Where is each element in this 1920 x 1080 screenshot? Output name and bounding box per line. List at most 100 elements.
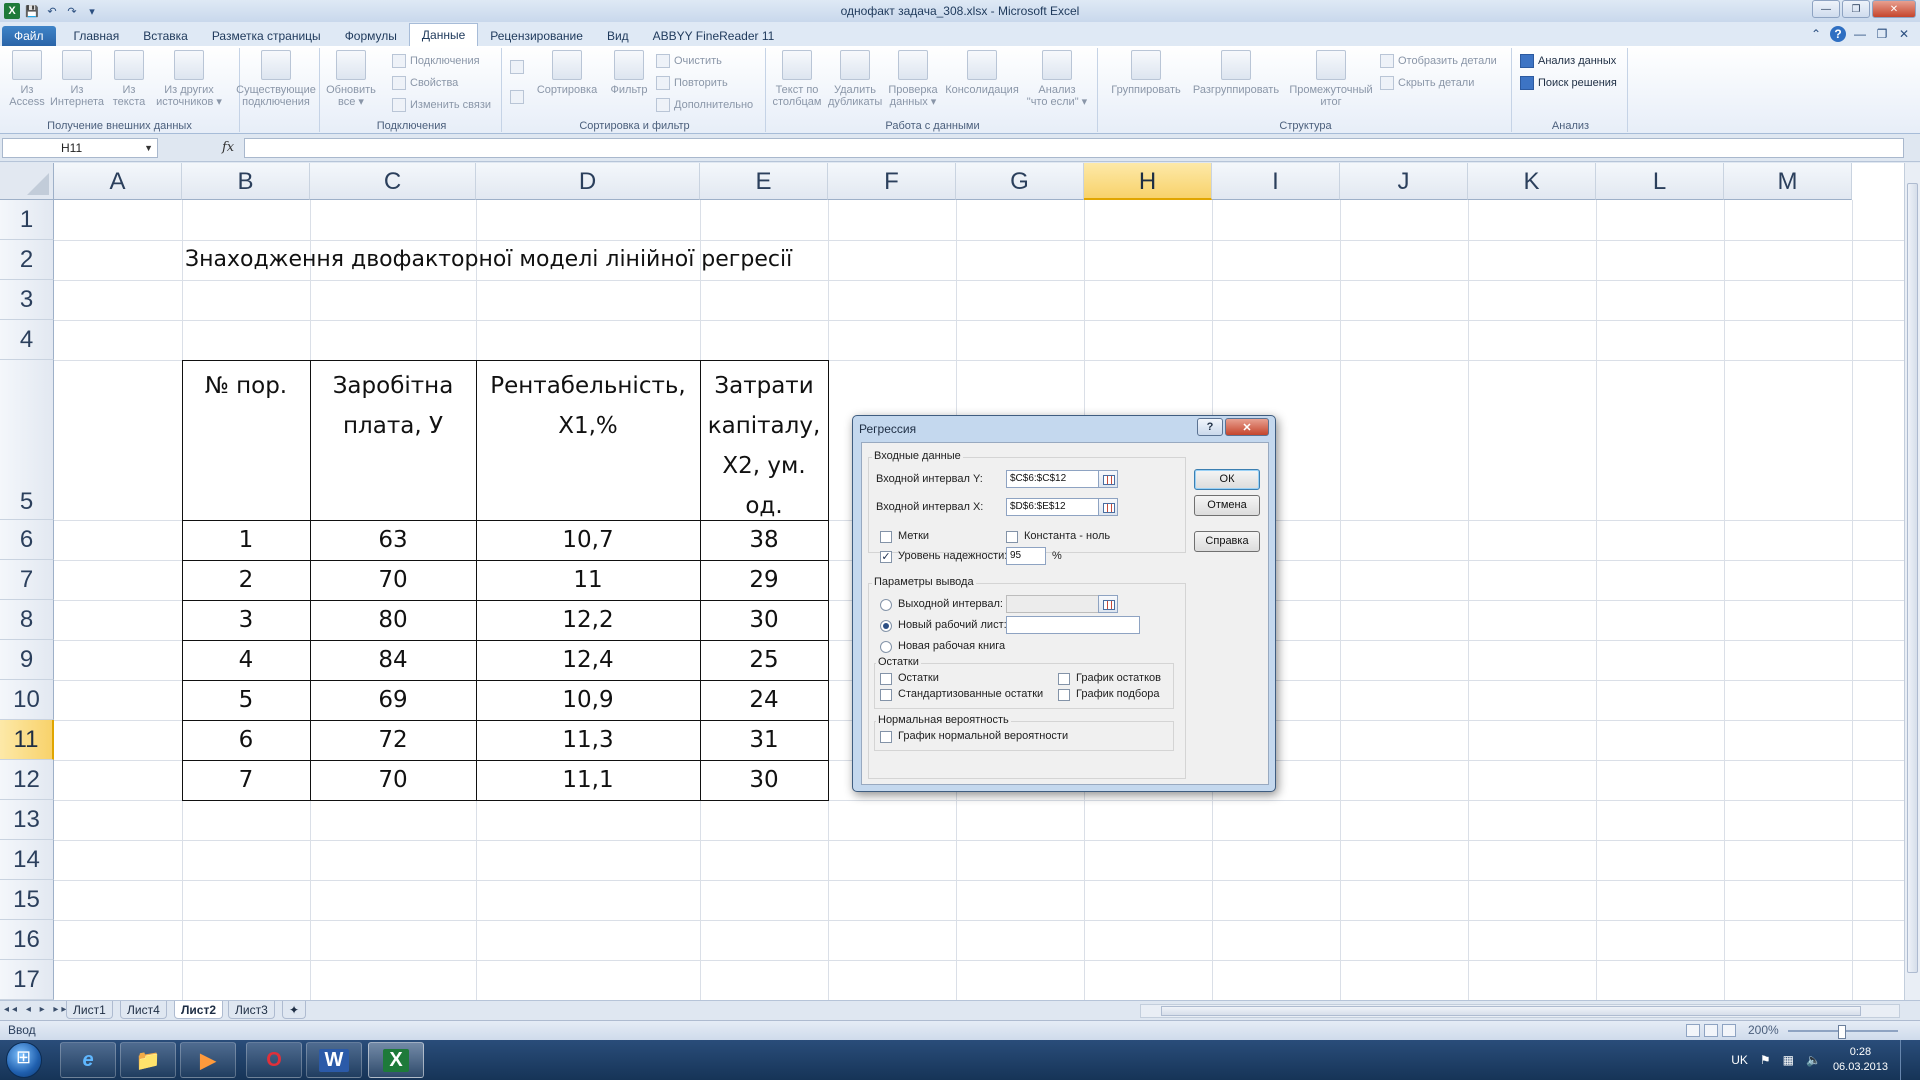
tab-review[interactable]: Рецензирование (478, 26, 595, 46)
hide-detail-button[interactable]: Скрыть детали (1380, 74, 1474, 92)
tab-home[interactable]: Главная (62, 26, 132, 46)
taskbar-media-player[interactable]: ▶ (180, 1042, 236, 1078)
row-header-15[interactable]: 15 (0, 880, 54, 920)
tab-insert[interactable]: Вставка (131, 26, 200, 46)
col-header-b[interactable]: B (182, 163, 310, 200)
row-header-10[interactable]: 10 (0, 680, 54, 720)
group-button[interactable]: Группировать (1106, 50, 1186, 96)
volume-icon[interactable]: 🔈 (1806, 1053, 1821, 1067)
tab-data[interactable]: Данные (408, 23, 479, 46)
line-fit-checkbox[interactable] (1058, 689, 1070, 701)
row-header-13[interactable]: 13 (0, 800, 54, 840)
table-cell[interactable]: 31 (700, 720, 828, 760)
table-cell[interactable]: 70 (310, 760, 476, 800)
table-cell[interactable]: 25 (700, 640, 828, 680)
from-other-sources-button[interactable]: Из других источников ▾ (156, 50, 222, 108)
table-cell[interactable]: 11,3 (476, 720, 700, 760)
table-cell[interactable]: 10,9 (476, 680, 700, 720)
taskbar-excel[interactable]: X (368, 1042, 424, 1078)
table-cell[interactable]: 38 (700, 520, 828, 560)
connections-button[interactable]: Подключения (392, 52, 480, 70)
tab-view[interactable]: Вид (595, 26, 641, 46)
col-header-k[interactable]: K (1468, 163, 1596, 200)
text-to-columns-button[interactable]: Текст по столбцам (770, 50, 824, 108)
table-cell[interactable]: 69 (310, 680, 476, 720)
clock[interactable]: 0:28 06.03.2013 (1833, 1045, 1888, 1075)
sheet-tab-list4[interactable]: Лист4 (120, 1001, 167, 1019)
col-header-f[interactable]: F (828, 163, 956, 200)
col-header-j[interactable]: J (1340, 163, 1468, 200)
col-header-c[interactable]: C (310, 163, 476, 200)
reapply-button[interactable]: Повторить (656, 74, 728, 92)
row-header-12[interactable]: 12 (0, 760, 54, 800)
col-header-g[interactable]: G (956, 163, 1084, 200)
new-workbook-radio[interactable] (880, 641, 892, 653)
refresh-all-button[interactable]: Обновить все ▾ (324, 50, 378, 108)
col-header-i[interactable]: I (1212, 163, 1340, 200)
flag-icon[interactable]: ⚑ (1760, 1053, 1771, 1067)
row-header-3[interactable]: 3 (0, 280, 54, 320)
solver-button[interactable]: Поиск решения (1520, 74, 1617, 92)
table-cell[interactable]: 70 (310, 560, 476, 600)
tab-formulas[interactable]: Формулы (333, 26, 409, 46)
ungroup-button[interactable]: Разгруппировать (1188, 50, 1284, 96)
table-cell[interactable]: 11,1 (476, 760, 700, 800)
table-cell[interactable]: 12,2 (476, 600, 700, 640)
table-cell[interactable]: 7 (182, 760, 310, 800)
name-box[interactable]: H11 ▼ (2, 138, 158, 158)
row-header-7[interactable]: 7 (0, 560, 54, 600)
row-header-6[interactable]: 6 (0, 520, 54, 560)
page-layout-view-icon[interactable] (1704, 1024, 1718, 1037)
language-indicator[interactable]: UK (1731, 1053, 1748, 1067)
row-header-1[interactable]: 1 (0, 200, 54, 240)
new-sheet-name-field[interactable] (1006, 616, 1140, 634)
from-web-button[interactable]: Из Интернета (50, 50, 104, 108)
name-box-dropdown-icon[interactable]: ▼ (144, 139, 153, 157)
sort-az-icon[interactable] (510, 58, 524, 76)
sort-za-icon[interactable] (510, 88, 524, 106)
output-range-radio[interactable] (880, 599, 892, 611)
sheet-tab-list3[interactable]: Лист3 (228, 1001, 275, 1019)
row-header-9[interactable]: 9 (0, 640, 54, 680)
header-cell-salary[interactable]: Заробітна плата, У (310, 366, 476, 446)
col-header-h[interactable]: H (1084, 163, 1212, 200)
sheet-nav-arrows[interactable]: ◂◂ ◂ ▸ ▸▸ (4, 1004, 69, 1015)
table-cell[interactable]: 72 (310, 720, 476, 760)
filter-button[interactable]: Фильтр (604, 50, 654, 96)
show-detail-button[interactable]: Отобразить детали (1380, 52, 1497, 70)
col-header-m[interactable]: M (1724, 163, 1852, 200)
header-cell-capital-costs[interactable]: Затрати капіталу, Х2, ум. од. (700, 366, 828, 526)
sheet-tab-list1[interactable]: Лист1 (66, 1001, 113, 1019)
help-button[interactable]: Справка (1194, 531, 1260, 552)
col-header-e[interactable]: E (700, 163, 828, 200)
restore-button[interactable]: ❐ (1842, 0, 1870, 18)
normal-plot-checkbox[interactable] (880, 731, 892, 743)
zoom-level[interactable]: 200% (1748, 1021, 1779, 1040)
col-header-l[interactable]: L (1596, 163, 1724, 200)
formula-input[interactable] (244, 138, 1904, 158)
table-cell[interactable]: 3 (182, 600, 310, 640)
row-header-5[interactable]: 5 (0, 360, 54, 520)
tab-file[interactable]: Файл (2, 26, 56, 46)
new-sheet-radio[interactable] (880, 620, 892, 632)
table-cell[interactable]: 1 (182, 520, 310, 560)
table-cell[interactable]: 80 (310, 600, 476, 640)
table-cell[interactable]: 5 (182, 680, 310, 720)
taskbar-explorer[interactable]: 📁 (120, 1042, 176, 1078)
properties-button[interactable]: Свойства (392, 74, 458, 92)
table-cell[interactable]: 30 (700, 600, 828, 640)
select-all-corner[interactable] (0, 163, 54, 200)
table-cell[interactable]: 84 (310, 640, 476, 680)
dialog-help-icon[interactable]: ? (1197, 418, 1223, 436)
table-cell[interactable]: 29 (700, 560, 828, 600)
row-header-8[interactable]: 8 (0, 600, 54, 640)
horizontal-scroll-thumb[interactable] (1161, 1006, 1861, 1016)
vertical-scrollbar[interactable] (1904, 163, 1920, 1000)
confidence-field[interactable]: 95 (1006, 547, 1046, 565)
data-analysis-button[interactable]: Анализ данных (1520, 52, 1616, 70)
table-cell[interactable]: 30 (700, 760, 828, 800)
table-cell[interactable]: 12,4 (476, 640, 700, 680)
input-x-ref-button[interactable] (1098, 498, 1118, 516)
taskbar-word[interactable]: W (306, 1042, 362, 1078)
tab-page-layout[interactable]: Разметка страницы (200, 26, 333, 46)
